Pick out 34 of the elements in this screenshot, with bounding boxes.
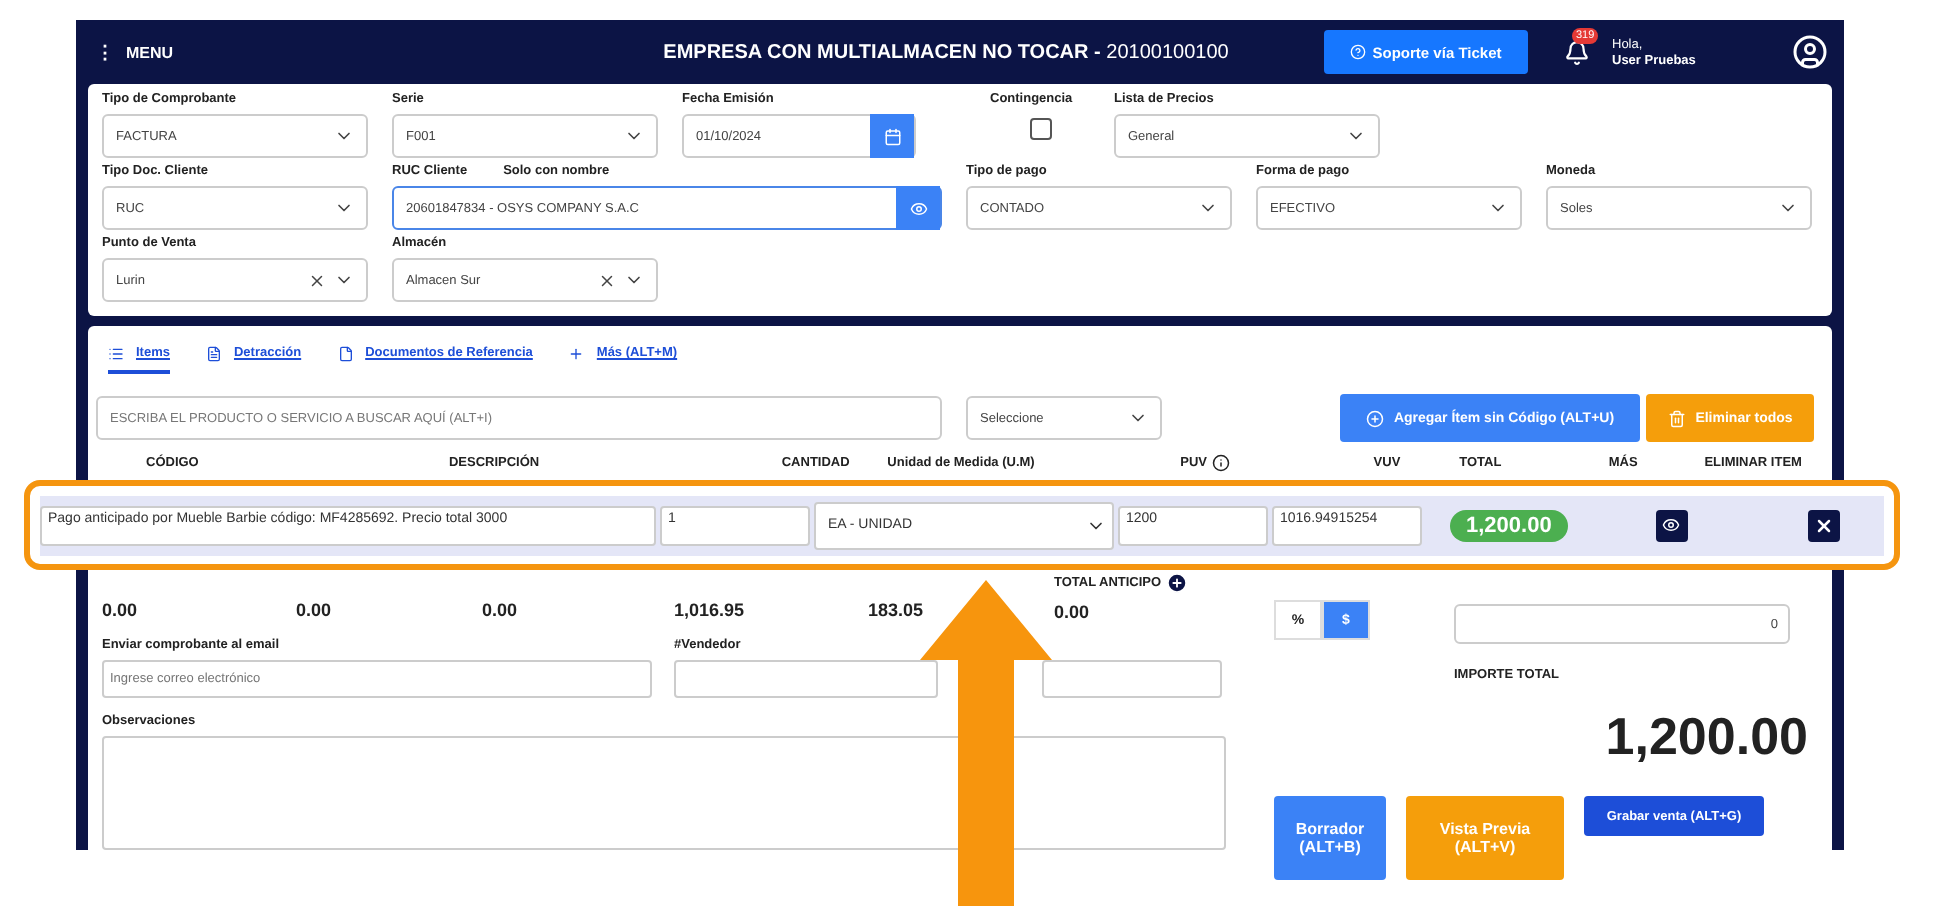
document-icon — [205, 346, 222, 362]
calendar-icon — [883, 127, 901, 145]
file-icon — [337, 346, 354, 362]
plus-icon — [568, 346, 585, 362]
row-total: 1,200.00 — [1450, 509, 1568, 541]
list-icon — [108, 346, 124, 362]
total-value: 183.05 — [868, 600, 926, 622]
clear-icon — [308, 271, 326, 289]
notes-field[interactable] — [102, 736, 1226, 850]
eye-icon — [1662, 516, 1681, 534]
total-value: 0.00 — [102, 600, 140, 622]
view-button[interactable] — [1655, 509, 1688, 541]
total-value: 1,016.95 — [674, 600, 747, 622]
bell-icon[interactable] — [1563, 39, 1589, 65]
user-avatar-icon — [1792, 34, 1828, 70]
contingency-checkbox[interactable] — [1029, 118, 1051, 140]
clear-icon — [598, 271, 616, 289]
advance-value: 0.00 — [1054, 602, 1092, 622]
input-field[interactable] — [1042, 660, 1222, 698]
total-amount: 1,200.00 — [1603, 706, 1808, 768]
trash-icon — [1667, 409, 1686, 427]
draft-button[interactable]: Borrador (ALT+B) — [1274, 796, 1386, 880]
menu-label[interactable]: MENU — [126, 43, 174, 61]
plus-circle-icon — [1365, 409, 1384, 427]
total-value: 0.00 — [296, 600, 334, 622]
kebab-menu-icon: ⋮ — [96, 42, 114, 62]
help-icon — [1350, 44, 1367, 60]
eye-icon — [909, 199, 927, 217]
company-title: EMPRESA CON MULTIALMACEN NO TOCAR - 20100100100 — [661, 41, 1231, 63]
seller-field[interactable] — [674, 660, 938, 698]
total-value: 0.00 — [482, 600, 520, 622]
info-icon — [1211, 454, 1230, 472]
delete-button[interactable] — [1807, 509, 1840, 541]
close-icon — [1813, 515, 1834, 535]
